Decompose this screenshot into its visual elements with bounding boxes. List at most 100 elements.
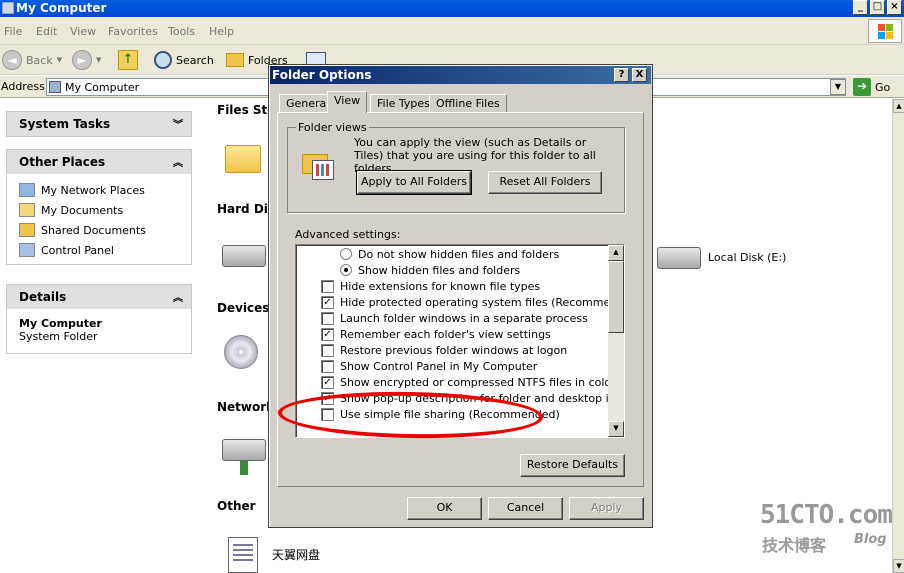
checkbox[interactable] — [321, 279, 334, 293]
other-places-header[interactable]: Other Places ︽ — [7, 150, 191, 174]
hard-disk-icon[interactable] — [222, 245, 266, 267]
address-label: Address — [1, 80, 45, 93]
cd-drive-icon[interactable] — [224, 335, 258, 369]
task-pane: System Tasks ︾ Other Places ︽ My Network… — [0, 99, 200, 573]
checkbox[interactable]: ✓ — [321, 327, 334, 341]
back-button[interactable]: ◄ Back ▼ — [2, 49, 62, 71]
my-computer-icon — [49, 81, 61, 93]
setting-label: Launch folder windows in a separate proc… — [340, 311, 588, 325]
watermark-sub: 技术博客 — [762, 536, 827, 555]
menu-favorites[interactable]: Favorites — [108, 25, 158, 38]
back-label: Back — [26, 53, 53, 67]
checkbox[interactable] — [321, 359, 334, 373]
network-cable-icon — [240, 461, 248, 475]
go-label: Go — [875, 80, 891, 94]
folder-options-dialog: Folder Options ? X General View File Typ… — [268, 64, 653, 528]
other-place-label: My Documents — [41, 203, 124, 217]
other-place-my-documents[interactable]: My Documents — [19, 200, 181, 220]
scroll-up-icon[interactable]: ▲ — [608, 245, 624, 261]
cloud-disk-icon[interactable] — [228, 537, 258, 573]
setting-remember-view[interactable]: ✓ Remember each folder's view settings — [321, 326, 551, 342]
back-arrow-icon: ◄ — [2, 50, 22, 70]
menu-view[interactable]: View — [70, 25, 96, 38]
minimize-button[interactable]: _ — [853, 0, 868, 15]
apply-button[interactable]: Apply — [569, 497, 644, 520]
restore-defaults-button[interactable]: Restore Defaults — [520, 454, 625, 477]
ok-button[interactable]: OK — [407, 497, 482, 520]
search-icon — [154, 51, 172, 69]
content-scrollbar[interactable]: ▲ ▼ — [892, 99, 904, 573]
system-tasks-header[interactable]: System Tasks ︾ — [7, 112, 191, 136]
up-arrow-icon: ↑ — [118, 50, 138, 70]
tab-offline-files[interactable]: Offline Files — [429, 94, 507, 112]
checkbox[interactable]: ✓ — [321, 375, 334, 389]
menu-tools[interactable]: Tools — [168, 25, 195, 38]
close-button[interactable]: × — [887, 0, 902, 15]
menu-file[interactable]: File — [4, 25, 22, 38]
details-name: My Computer — [19, 317, 102, 330]
scroll-thumb[interactable] — [608, 261, 624, 333]
other-place-label: My Network Places — [41, 183, 145, 197]
setting-label: Hide extensions for known file types — [340, 279, 541, 293]
system-tasks-panel: System Tasks ︾ — [6, 111, 192, 137]
go-button[interactable]: ➔ Go — [853, 78, 890, 96]
other-place-label: Control Panel — [41, 243, 114, 257]
setting-show-hidden[interactable]: Show hidden files and folders — [340, 262, 520, 278]
windows-logo-icon — [868, 19, 902, 43]
dialog-help-button[interactable]: ? — [614, 68, 629, 82]
setting-show-control-panel[interactable]: Show Control Panel in My Computer — [321, 358, 537, 374]
my-documents-icon — [19, 203, 35, 217]
menu-edit[interactable]: Edit — [36, 25, 57, 38]
reset-all-folders-button[interactable]: Reset All Folders — [488, 171, 602, 194]
setting-restore-windows[interactable]: Restore previous folder windows at logon — [321, 342, 567, 358]
network-places-icon — [19, 183, 35, 197]
watermark-blog: Blog — [854, 532, 887, 547]
collapse-chevron-icon[interactable]: ︽ — [173, 154, 183, 169]
scroll-down-icon[interactable]: ▼ — [608, 421, 624, 437]
collapse-chevron-icon[interactable]: ︽ — [173, 289, 183, 304]
tab-view[interactable]: View — [327, 91, 368, 113]
advanced-settings-scrollbar[interactable]: ▲ ▼ — [608, 245, 624, 437]
local-disk-e-label[interactable]: Local Disk (E:) — [708, 251, 786, 264]
other-item-label[interactable]: 天翼网盘 — [272, 546, 320, 563]
folder-views-legend: Folder views — [296, 121, 369, 134]
checkbox[interactable] — [321, 343, 334, 357]
dialog-close-button[interactable]: X — [632, 68, 647, 82]
setting-show-encrypted-color[interactable]: ✓ Show encrypted or compressed NTFS file… — [321, 374, 616, 390]
setting-launch-separate-process[interactable]: Launch folder windows in a separate proc… — [321, 310, 588, 326]
radio-button[interactable] — [340, 248, 352, 260]
address-dropdown-icon[interactable]: ▼ — [830, 79, 846, 95]
apply-to-all-folders-button[interactable]: Apply to All Folders — [356, 170, 472, 195]
other-place-my-network-places[interactable]: My Network Places — [19, 180, 181, 200]
menu-help[interactable]: Help — [209, 25, 234, 38]
shared-folder-icon[interactable] — [225, 145, 261, 173]
tab-file-types[interactable]: File Types — [370, 94, 437, 112]
details-panel: Details ︽ My Computer System Folder — [6, 284, 192, 354]
scroll-up-icon[interactable]: ▲ — [893, 99, 904, 113]
details-header[interactable]: Details ︽ — [7, 285, 191, 309]
search-button[interactable]: Search — [154, 49, 214, 71]
scroll-down-icon[interactable]: ▼ — [893, 559, 904, 573]
checkbox[interactable]: ✓ — [321, 295, 334, 309]
group-network: Network — [217, 400, 275, 414]
folder-views-description: You can apply the view (such as Details … — [354, 136, 596, 175]
watermark-logo: 51CTO.com 技术博客 Blog — [760, 500, 893, 555]
checkbox[interactable] — [321, 311, 334, 325]
radio-button[interactable] — [340, 264, 352, 276]
up-folder-button[interactable]: ↑ — [118, 49, 138, 71]
setting-label: Restore previous folder windows at logon — [340, 343, 568, 357]
other-place-control-panel[interactable]: Control Panel — [19, 240, 181, 260]
local-disk-e-icon[interactable] — [657, 247, 701, 269]
setting-hide-extensions[interactable]: Hide extensions for known file types — [321, 278, 540, 294]
back-dropdown-icon: ▼ — [56, 56, 63, 64]
expand-chevron-icon[interactable]: ︾ — [173, 116, 183, 131]
setting-hide-protected-os-files[interactable]: ✓ Hide protected operating system files … — [321, 294, 624, 310]
network-drive-icon[interactable] — [222, 439, 266, 461]
cancel-button[interactable]: Cancel — [488, 497, 563, 520]
forward-button[interactable]: ► ▼ — [72, 49, 101, 71]
maximize-button[interactable]: □ — [870, 0, 885, 15]
window-title: My Computer — [16, 1, 107, 15]
setting-do-not-show-hidden[interactable]: Do not show hidden files and folders — [340, 246, 559, 262]
other-place-shared-documents[interactable]: Shared Documents — [19, 220, 181, 240]
control-panel-icon — [19, 243, 35, 257]
